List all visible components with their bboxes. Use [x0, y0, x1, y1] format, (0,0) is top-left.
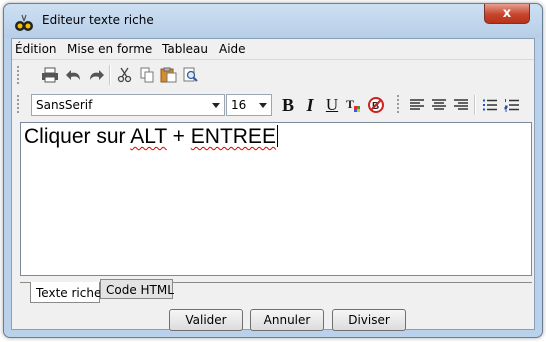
tab-texte-riche[interactable]: Texte riche	[30, 282, 101, 303]
numbered-list-button[interactable]	[502, 95, 522, 115]
tab-code-html[interactable]: Code HTML	[100, 279, 174, 299]
underline-button[interactable]: U	[322, 95, 342, 115]
split-button[interactable]: Diviser	[332, 309, 406, 331]
title-bar[interactable]: Editeur texte riche x	[4, 4, 542, 38]
cut-icon	[117, 67, 132, 83]
menu-aide[interactable]: Aide	[219, 42, 246, 56]
editor-window: Editeur texte riche x Édition Mise en fo…	[3, 3, 543, 338]
align-center-icon	[432, 99, 446, 110]
bold-icon: B	[281, 94, 294, 115]
paste-icon	[160, 67, 177, 83]
menu-tableau[interactable]: Tableau	[162, 42, 208, 56]
toolbar-separator	[109, 65, 111, 85]
font-family-value: SansSerif	[36, 98, 93, 112]
copy-icon	[140, 67, 154, 83]
menu-bar: Édition Mise en forme Tableau Aide	[12, 39, 534, 60]
cut-button[interactable]	[115, 65, 135, 85]
print-icon	[42, 67, 58, 83]
clear-format-button[interactable]: B	[366, 95, 386, 115]
font-size-value: 16	[231, 98, 247, 112]
numbered-list-icon	[504, 99, 519, 112]
copy-button[interactable]	[137, 65, 157, 85]
edit-toolbar	[12, 60, 534, 90]
undo-icon	[66, 70, 80, 80]
paste-button[interactable]	[159, 65, 179, 85]
svg-text:T: T	[346, 97, 354, 111]
app-icon	[15, 14, 33, 31]
bold-button[interactable]: B	[278, 95, 298, 115]
rich-text-editor[interactable]: Cliquer sur ALT + ENTREE	[20, 122, 532, 276]
toolbar-grip[interactable]	[17, 66, 23, 84]
toolbar-separator	[474, 95, 476, 115]
editor-content[interactable]: Cliquer sur ALT + ENTREE	[24, 125, 278, 149]
italic-icon: I	[306, 94, 314, 115]
underline-icon: U	[325, 95, 339, 114]
toolbar-grip[interactable]	[397, 95, 403, 113]
align-left-icon	[410, 99, 424, 110]
align-left-button[interactable]	[407, 95, 427, 115]
print-preview-button[interactable]	[181, 65, 201, 85]
print-preview-icon	[183, 67, 198, 82]
editor-text-plain: Cliquer sur	[24, 125, 126, 148]
text-caret	[276, 125, 278, 147]
font-color-icon: T	[346, 97, 360, 112]
close-icon: x	[502, 6, 512, 21]
editor-text-plain: +	[172, 125, 185, 148]
clear-format-icon: B	[368, 97, 384, 113]
redo-icon	[90, 70, 104, 80]
font-color-button[interactable]: T	[344, 95, 364, 115]
tab-bar: Texte riche Code HTML	[20, 279, 532, 305]
bulleted-list-icon	[483, 99, 497, 111]
toolbar-grip[interactable]	[17, 95, 23, 113]
print-button[interactable]	[40, 65, 60, 85]
align-right-button[interactable]	[451, 95, 471, 115]
chevron-down-icon	[212, 103, 220, 108]
validate-button[interactable]: Valider	[169, 309, 243, 331]
cancel-button[interactable]: Annuler	[250, 309, 324, 331]
align-right-icon	[454, 99, 468, 110]
redo-button[interactable]	[86, 65, 106, 85]
format-toolbar: SansSerif 16 B I U T	[12, 90, 534, 120]
chevron-down-icon	[259, 103, 267, 108]
italic-button[interactable]: I	[300, 95, 320, 115]
align-center-button[interactable]	[429, 95, 449, 115]
close-button[interactable]: x	[484, 4, 530, 24]
bulleted-list-button[interactable]	[480, 95, 500, 115]
undo-button[interactable]	[64, 65, 84, 85]
font-family-select[interactable]: SansSerif	[31, 94, 225, 116]
editor-text-misspelled: ENTREE	[190, 125, 276, 148]
client-area: Édition Mise en forme Tableau Aide SansS…	[11, 38, 535, 331]
menu-mise-en-forme[interactable]: Mise en forme	[67, 42, 152, 56]
editor-text-misspelled: ALT	[130, 125, 167, 148]
menu-edition[interactable]: Édition	[15, 42, 57, 56]
font-size-select[interactable]: 16	[226, 94, 272, 116]
window-title: Editeur texte riche	[42, 13, 154, 27]
